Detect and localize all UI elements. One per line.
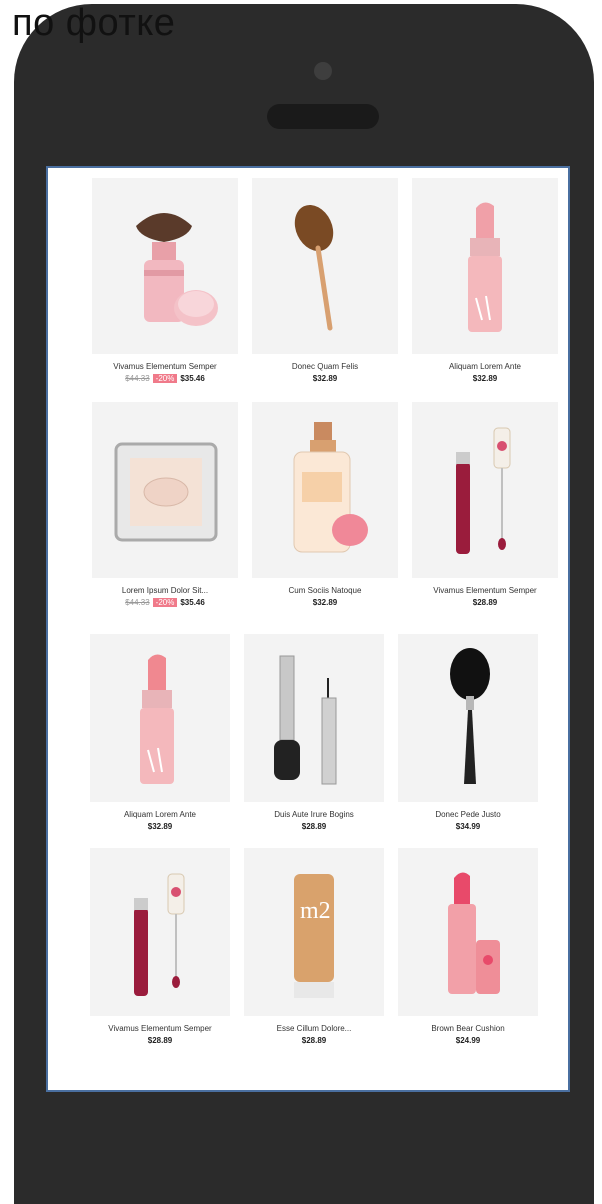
product-image[interactable] <box>90 848 230 1016</box>
product-card[interactable]: Aliquam Lorem Ante $32.89 <box>412 178 558 386</box>
product-price: $32.89 <box>312 598 338 607</box>
product-card[interactable]: Donec Quam Felis $32.89 <box>252 178 398 386</box>
product-image[interactable] <box>412 178 558 354</box>
product-price: $35.46 <box>180 374 205 383</box>
speaker-grille <box>267 104 379 129</box>
product-card[interactable]: Vivamus Elementum Semper $28.89 <box>90 848 230 1045</box>
product-price: $35.46 <box>180 598 205 607</box>
product-name[interactable]: Lorem Ipsum Dolor Sit... <box>92 586 238 595</box>
product-name[interactable]: Donec Quam Felis <box>252 362 398 371</box>
product-name[interactable]: Duis Aute Irure Bogins <box>244 810 384 819</box>
photo-caption: по фотке <box>12 2 176 44</box>
product-image[interactable] <box>398 634 538 802</box>
old-price: $44.33 <box>125 598 150 607</box>
product-name[interactable]: Esse Cillum Dolore... <box>244 1024 384 1033</box>
product-card[interactable]: Donec Pede Justo $34.99 <box>398 634 538 831</box>
lip-gloss-icon <box>456 427 511 554</box>
product-price: $28.89 <box>147 1036 173 1045</box>
product-image[interactable] <box>412 402 558 578</box>
product-price: $34.99 <box>455 822 481 831</box>
foundation-bottle-icon: m2 <box>294 874 334 998</box>
product-card[interactable]: Cum Sociis Natoque $32.89 <box>252 402 398 610</box>
discount-badge: -20% <box>152 374 178 383</box>
camera-icon <box>314 62 332 80</box>
product-name[interactable]: Brown Bear Cushion <box>398 1024 538 1033</box>
product-card[interactable]: Brown Bear Cushion $24.99 <box>398 848 538 1045</box>
product-image[interactable]: m2 <box>244 848 384 1016</box>
product-price-row: $44.33 -20% $35.46 <box>92 598 238 607</box>
product-price: $32.89 <box>312 374 338 383</box>
product-card[interactable]: Duis Aute Irure Bogins $28.89 <box>244 634 384 831</box>
kabuki-brush-icon <box>136 213 218 326</box>
powder-brush-icon <box>450 648 490 784</box>
oval-brush-icon <box>294 204 334 331</box>
product-price: $28.89 <box>301 1036 327 1045</box>
product-price: $28.89 <box>301 822 327 831</box>
product-image[interactable] <box>90 634 230 802</box>
product-name[interactable]: Vivamus Elementum Semper <box>92 362 238 371</box>
product-card[interactable]: Vivamus Elementum Semper $28.89 <box>412 402 558 610</box>
lipstick-icon <box>140 654 174 784</box>
product-price-row: $44.33 -20% $35.46 <box>92 374 238 383</box>
lip-gloss-icon <box>134 873 185 996</box>
product-price: $32.89 <box>147 822 173 831</box>
product-card[interactable]: Vivamus Elementum Semper $44.33 -20% $35.4… <box>92 178 238 386</box>
product-image[interactable] <box>252 402 398 578</box>
product-image[interactable] <box>244 634 384 802</box>
product-image[interactable] <box>92 178 238 354</box>
product-card[interactable]: Lorem Ipsum Dolor Sit... $44.33 -20% $35.4… <box>92 402 238 610</box>
discount-badge: -20% <box>152 598 178 607</box>
product-name[interactable]: Vivamus Elementum Semper <box>412 586 558 595</box>
product-name[interactable]: Aliquam Lorem Ante <box>412 362 558 371</box>
product-price: $28.89 <box>472 598 498 607</box>
svg-text:m2: m2 <box>300 898 331 924</box>
product-image[interactable] <box>252 178 398 354</box>
product-image[interactable] <box>92 402 238 578</box>
product-name[interactable]: Cum Sociis Natoque <box>252 586 398 595</box>
product-card[interactable]: m2 Esse Cillum Dolore... $28.89 <box>244 848 384 1045</box>
product-name[interactable]: Vivamus Elementum Semper <box>90 1024 230 1033</box>
product-price: $24.99 <box>455 1036 481 1045</box>
lipstick-icon <box>468 202 502 332</box>
lip-balm-icon <box>448 872 500 994</box>
old-price: $44.33 <box>125 374 150 383</box>
product-card[interactable]: Aliquam Lorem Ante $32.89 <box>90 634 230 831</box>
eyeliner-icon <box>274 655 337 785</box>
product-name[interactable]: Aliquam Lorem Ante <box>90 810 230 819</box>
product-price: $32.89 <box>472 374 498 383</box>
product-name[interactable]: Donec Pede Justo <box>398 810 538 819</box>
spray-bottle-icon <box>293 422 368 553</box>
phone-screen: Vivamus Elementum Semper $44.33 -20% $35.4… <box>46 166 570 1092</box>
product-image[interactable] <box>398 848 538 1016</box>
compact-powder-icon <box>114 442 218 542</box>
